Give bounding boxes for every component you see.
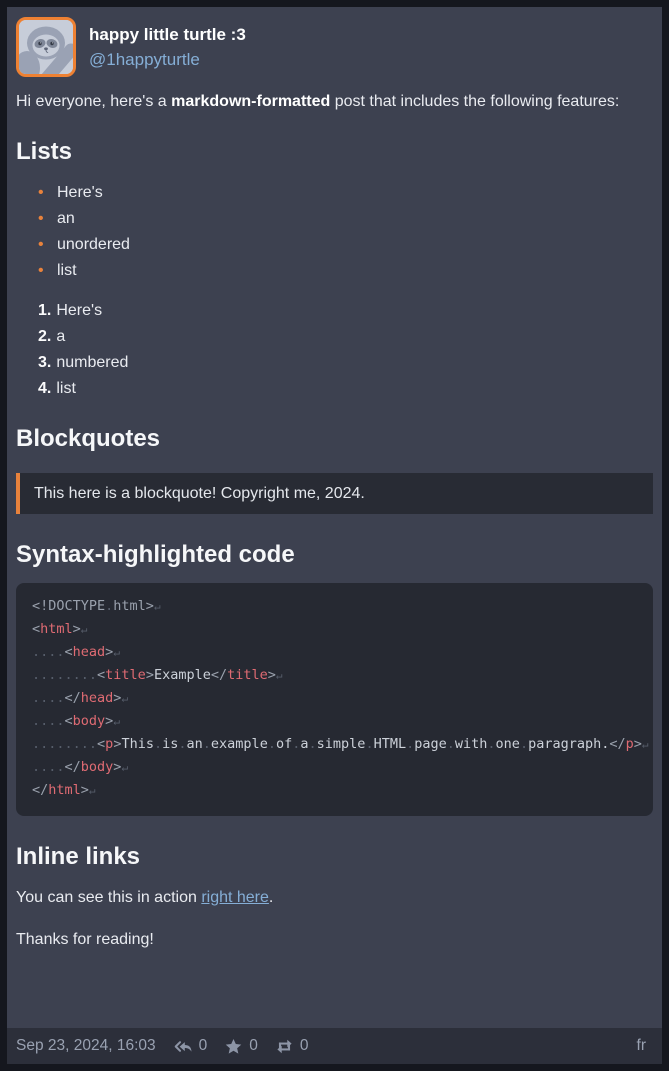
code-line: ....<head>↵ xyxy=(32,641,637,664)
list-text: numbered xyxy=(56,354,128,371)
list-item: 2. a xyxy=(38,324,653,350)
intro-text-post: post that includes the following feature… xyxy=(330,93,619,110)
blockquotes-heading: Blockquotes xyxy=(16,424,653,453)
code-heading: Syntax-highlighted code xyxy=(16,540,653,569)
favourite-count: 0 xyxy=(249,1037,258,1055)
boost-button[interactable]: 0 xyxy=(275,1037,309,1056)
display-name[interactable]: happy little turtle :3 xyxy=(89,25,246,45)
reply-button[interactable]: 0 xyxy=(174,1037,208,1056)
post-footer: Sep 23, 2024, 16:03 0 0 xyxy=(7,1028,662,1064)
post-panel: happy little turtle :3 @1happyturtle Hi … xyxy=(7,7,662,1064)
outro-paragraph: Thanks for reading! xyxy=(16,927,653,953)
lists-heading: Lists xyxy=(16,137,653,166)
link-text-post: . xyxy=(269,889,273,906)
list-text: list xyxy=(56,380,76,397)
reply-all-icon xyxy=(174,1037,193,1056)
inline-links-heading: Inline links xyxy=(16,842,653,871)
blockquote: This here is a blockquote! Copyright me,… xyxy=(16,473,653,514)
right-here-link[interactable]: right here xyxy=(201,889,269,906)
list-item: 3. numbered xyxy=(38,350,653,376)
list-number: 2. xyxy=(38,328,51,345)
unordered-list: Here's an unordered list xyxy=(16,180,653,284)
list-number: 4. xyxy=(38,380,51,397)
post-frame: happy little turtle :3 @1happyturtle Hi … xyxy=(0,0,669,1071)
list-item: Here's xyxy=(38,180,653,206)
intro-text-bold: markdown-formatted xyxy=(171,93,330,110)
timestamp[interactable]: Sep 23, 2024, 16:03 xyxy=(16,1037,156,1055)
author-block: happy little turtle :3 @1happyturtle xyxy=(89,17,246,77)
star-icon xyxy=(224,1037,243,1056)
code-line: ........<title>Example</title>↵ xyxy=(32,664,637,687)
reply-count: 0 xyxy=(199,1037,208,1055)
list-item: unordered xyxy=(38,232,653,258)
language-tag: fr xyxy=(637,1037,646,1055)
code-line: ....</head>↵ xyxy=(32,687,637,710)
list-number: 3. xyxy=(38,354,51,371)
intro-text-pre: Hi everyone, here's a xyxy=(16,93,171,110)
boost-icon xyxy=(275,1037,294,1056)
sloth-avatar-icon xyxy=(19,20,73,74)
code-line: ....<body>↵ xyxy=(32,710,637,733)
post-content: happy little turtle :3 @1happyturtle Hi … xyxy=(7,7,662,1028)
code-line: ........<p>This.is.an.example.of.a.simpl… xyxy=(32,733,637,756)
list-text: a xyxy=(56,328,65,345)
list-item: 4. list xyxy=(38,376,653,402)
list-number: 1. xyxy=(38,302,51,319)
code-block: <!DOCTYPE.html>↵<html>↵....<head>↵......… xyxy=(16,583,653,816)
ordered-list: 1. Here's 2. a 3. numbered 4. list xyxy=(16,298,653,402)
code-line: <html>↵ xyxy=(32,618,637,641)
link-text-pre: You can see this in action xyxy=(16,889,201,906)
boost-count: 0 xyxy=(300,1037,309,1055)
post-header: happy little turtle :3 @1happyturtle xyxy=(16,17,653,77)
list-item: an xyxy=(38,206,653,232)
code-line: <!DOCTYPE.html>↵ xyxy=(32,595,637,618)
intro-paragraph: Hi everyone, here's a markdown-formatted… xyxy=(16,89,653,115)
code-line: </html>↵ xyxy=(32,779,637,802)
code-line: ....</body>↵ xyxy=(32,756,637,779)
list-text: Here's xyxy=(56,302,102,319)
avatar[interactable] xyxy=(16,17,76,77)
list-item: 1. Here's xyxy=(38,298,653,324)
list-item: list xyxy=(38,258,653,284)
link-paragraph: You can see this in action right here. xyxy=(16,885,653,911)
handle[interactable]: @1happyturtle xyxy=(89,50,246,70)
favourite-button[interactable]: 0 xyxy=(224,1037,258,1056)
